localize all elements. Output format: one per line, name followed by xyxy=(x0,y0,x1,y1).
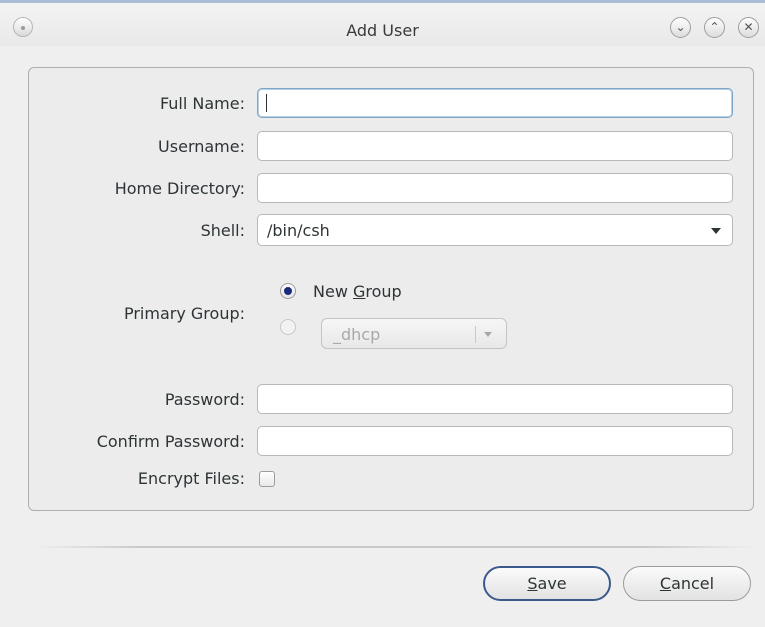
maximize-icon[interactable]: ⌃ xyxy=(704,17,725,38)
full-name-field[interactable] xyxy=(257,88,733,118)
title-bar: Add User ⌄ ⌃ ✕ xyxy=(0,0,765,46)
home-directory-label: Home Directory: xyxy=(114,179,245,198)
existing-group-dropdown: _dhcp xyxy=(321,318,507,349)
dropdown-arrow-icon xyxy=(711,228,721,234)
encrypt-files-checkbox[interactable] xyxy=(259,471,275,487)
dropdown-arrow-icon xyxy=(484,332,492,337)
new-group-label-prefix: New xyxy=(313,282,353,301)
home-directory-field[interactable] xyxy=(257,173,733,203)
new-group-label-suffix: roup xyxy=(365,282,402,301)
new-group-label[interactable]: New Group xyxy=(313,282,402,301)
shell-label: Shell: xyxy=(200,221,245,240)
primary-group-label: Primary Group: xyxy=(123,304,245,323)
button-separator xyxy=(34,546,754,548)
cancel-label: ancel xyxy=(671,574,715,593)
encrypt-files-label: Encrypt Files: xyxy=(137,469,245,488)
dropdown-separator xyxy=(475,326,476,343)
username-label: Username: xyxy=(158,137,245,156)
username-field[interactable] xyxy=(257,131,733,161)
password-label: Password: xyxy=(164,390,245,409)
close-icon[interactable]: ✕ xyxy=(738,17,759,38)
new-group-mnemonic: G xyxy=(352,282,366,301)
cancel-mnemonic: C xyxy=(659,574,672,593)
full-name-label: Full Name: xyxy=(159,94,245,113)
new-group-radio[interactable] xyxy=(280,283,296,299)
save-button[interactable]: Save xyxy=(483,566,611,601)
window-title: Add User xyxy=(346,21,419,40)
text-caret xyxy=(266,94,267,112)
shell-dropdown[interactable]: /bin/csh xyxy=(257,214,733,246)
confirm-password-label: Confirm Password: xyxy=(96,432,245,451)
cancel-button[interactable]: Cancel xyxy=(623,566,751,601)
save-label: ave xyxy=(537,574,567,593)
confirm-password-field[interactable] xyxy=(257,426,733,456)
existing-group-value: _dhcp xyxy=(333,325,381,344)
minimize-icon[interactable]: ⌄ xyxy=(670,17,691,38)
save-mnemonic: S xyxy=(527,574,538,593)
shell-value: /bin/csh xyxy=(267,221,330,240)
password-field[interactable] xyxy=(257,384,733,414)
existing-group-radio[interactable] xyxy=(280,319,296,335)
